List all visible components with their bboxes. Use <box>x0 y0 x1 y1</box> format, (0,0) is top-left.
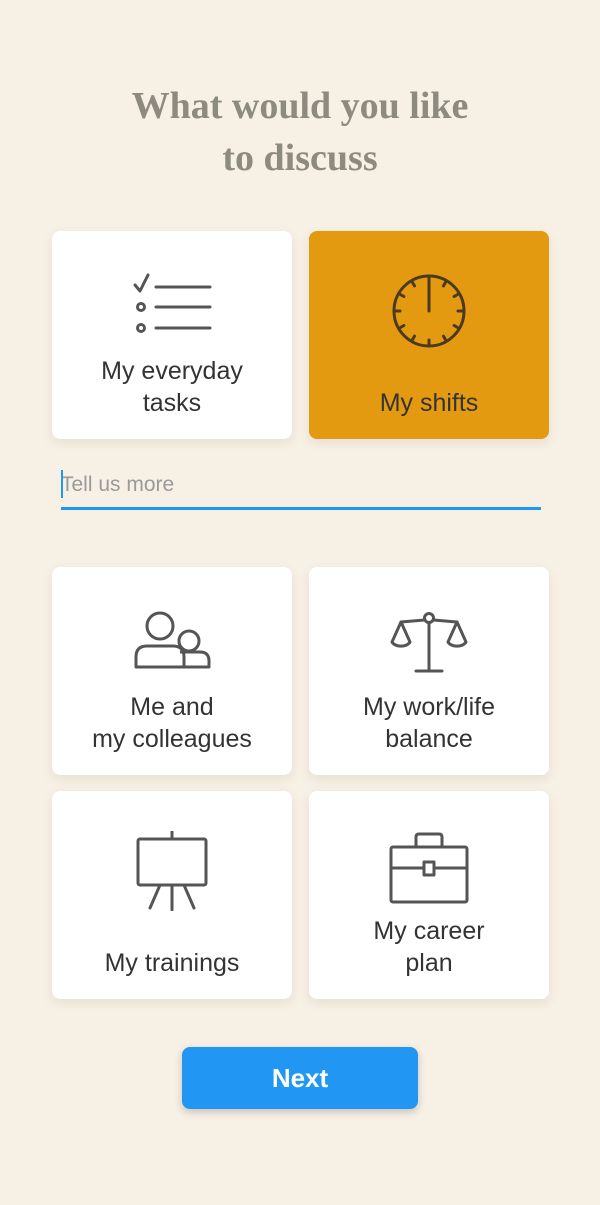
topic-card-colleagues[interactable]: Me and my colleagues <box>52 567 292 775</box>
text-cursor <box>61 470 63 498</box>
topic-label: My trainings <box>62 947 282 979</box>
topic-label-line-1: My work/life <box>363 693 495 721</box>
tell-us-more-input[interactable] <box>61 462 541 510</box>
topic-label-line-2: balance <box>385 725 473 753</box>
topic-card-career-plan[interactable]: My career plan <box>309 791 549 999</box>
topic-card-shifts[interactable]: My shifts <box>309 231 549 439</box>
briefcase-icon <box>389 831 469 911</box>
topic-card-work-life-balance[interactable]: My work/life balance <box>309 567 549 775</box>
clock-icon <box>389 271 469 351</box>
next-button[interactable]: Next <box>182 1047 418 1109</box>
topic-label-line-1: My trainings <box>104 949 240 977</box>
topic-label-line-1: My career <box>373 917 485 945</box>
topic-label-line-2: tasks <box>142 389 202 417</box>
topic-card-everyday-tasks[interactable]: My everyday tasks <box>52 231 292 439</box>
topic-label: Me and my colleagues <box>62 691 282 755</box>
topic-label: My shifts <box>319 387 539 419</box>
topic-label: My everyday tasks <box>62 355 282 419</box>
easel-icon <box>132 831 212 911</box>
topic-label: My work/life balance <box>319 691 539 755</box>
tell-us-more-field[interactable] <box>61 462 541 514</box>
topic-card-trainings[interactable]: My trainings <box>52 791 292 999</box>
topic-label-line-1: My shifts <box>379 389 479 417</box>
page-title-line-1: What would you like <box>131 85 469 127</box>
checklist-icon <box>132 271 212 351</box>
topic-label-line-1: Me and <box>130 693 214 721</box>
page-title: What would you like to discuss <box>0 80 600 184</box>
topic-label-line-2: plan <box>405 949 453 977</box>
topic-label-line-1: My everyday <box>101 357 243 385</box>
people-icon <box>132 607 212 687</box>
topic-label: My career plan <box>319 915 539 979</box>
topic-label-line-2: my colleagues <box>92 725 252 753</box>
page-title-line-2: to discuss <box>222 137 378 179</box>
scale-icon <box>389 607 469 687</box>
